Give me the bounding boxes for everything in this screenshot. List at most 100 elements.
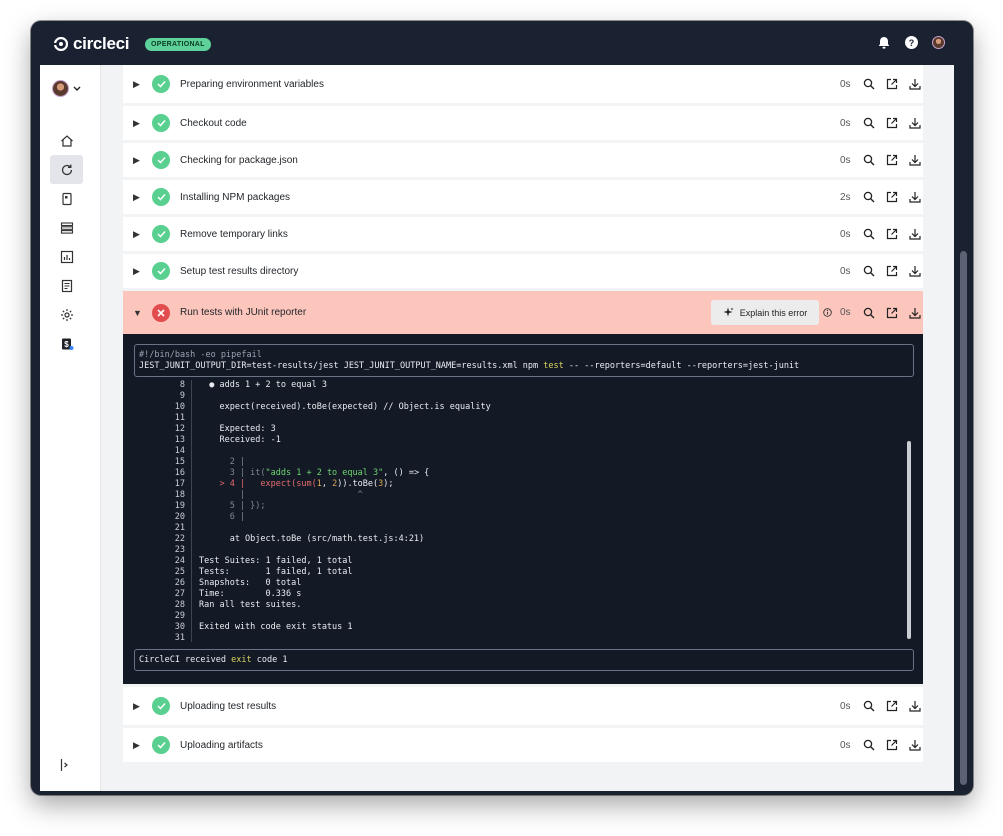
step-row[interactable]: ▶ Installing NPM packages 2s [123, 180, 923, 214]
search-icon[interactable] [862, 154, 875, 167]
step-duration: 0s [840, 700, 851, 712]
line-number: 13 [174, 435, 185, 445]
output-scrollbar[interactable] [907, 441, 911, 639]
sidebar-item-docs[interactable] [50, 271, 83, 300]
line-number: 17 [174, 479, 185, 489]
search-icon[interactable] [862, 78, 875, 91]
open-external-icon[interactable] [885, 191, 898, 204]
success-status-icon [152, 697, 170, 715]
help-icon[interactable]: ? [904, 35, 918, 49]
open-external-icon[interactable] [885, 739, 898, 752]
line-number: 10 [174, 402, 185, 412]
step-row[interactable]: ▶ Checkout code 0s [123, 106, 923, 140]
success-status-icon [152, 114, 170, 132]
line-number: 22 [174, 534, 185, 544]
code-frame-line: 3 | it("adds 1 + 2 to equal 3", () => { [199, 468, 430, 478]
step-row[interactable]: ▶ Uploading artifacts 0s [123, 728, 923, 762]
chevron-right-icon[interactable]: ▶ [133, 155, 140, 166]
download-icon[interactable] [908, 306, 921, 319]
step-row[interactable]: ▶ Preparing environment variables 0s [123, 65, 923, 103]
page-scrollbar[interactable] [955, 65, 973, 791]
code-frame-line: 5 | }); [199, 501, 266, 511]
bell-icon[interactable] [877, 35, 891, 49]
open-external-icon[interactable] [885, 117, 898, 130]
open-external-icon[interactable] [885, 154, 898, 167]
sidebar-item-projects[interactable] [50, 184, 83, 213]
step-duration: 0s [840, 307, 851, 318]
open-external-icon[interactable] [885, 228, 898, 241]
chevron-right-icon[interactable]: ▶ [133, 740, 140, 751]
line-number: 14 [174, 446, 185, 456]
step-duration: 0s [840, 117, 851, 129]
line-number: 12 [174, 424, 185, 434]
chevron-right-icon[interactable]: ▶ [133, 229, 140, 240]
collapse-icon [60, 759, 68, 771]
search-icon[interactable] [862, 265, 875, 278]
chevron-right-icon[interactable]: ▶ [133, 192, 140, 203]
line-number: 27 [174, 589, 185, 599]
log-line: expect(received).toBe(expected) // Objec… [199, 402, 491, 412]
search-icon[interactable] [862, 191, 875, 204]
search-icon[interactable] [862, 739, 875, 752]
status-badge[interactable]: OPERATIONAL [145, 38, 211, 51]
step-actions [862, 154, 921, 167]
search-icon[interactable] [862, 117, 875, 130]
collapse-sidebar-button[interactable] [60, 758, 70, 777]
download-icon[interactable] [908, 739, 921, 752]
step-row[interactable]: ▶ Remove temporary links 0s [123, 217, 923, 251]
download-icon[interactable] [908, 154, 921, 167]
line-number: 29 [174, 611, 185, 621]
chevron-right-icon[interactable]: ▶ [133, 701, 140, 712]
step-duration: 0s [840, 739, 851, 751]
circleci-logo-icon [54, 37, 68, 51]
info-icon[interactable] [823, 304, 832, 322]
org-selector[interactable] [52, 80, 81, 97]
open-external-icon[interactable] [885, 700, 898, 713]
sidebar-item-settings[interactable] [50, 300, 83, 329]
code-frame-line: 2 | [199, 457, 246, 467]
step-name: Installing NPM packages [180, 191, 291, 203]
step-row[interactable]: ▶ Checking for package.json 0s [123, 143, 923, 177]
logo-text: circleci [73, 34, 130, 53]
code-frame-line: 6 | [199, 512, 246, 522]
explain-error-button[interactable]: Explain this error [711, 300, 819, 325]
log-line: Exited with code exit status 1 [199, 622, 353, 632]
line-number: 21 [174, 523, 185, 533]
sidebar-item-plan[interactable]: $ [50, 329, 83, 358]
open-external-icon[interactable] [885, 306, 898, 319]
line-number: 25 [174, 567, 185, 577]
output-log: 8 ● adds 1 + 2 to equal 3 9 10 expect(rece… [143, 380, 914, 643]
step-actions [862, 191, 921, 204]
circleci-logo[interactable]: circleci [54, 34, 130, 54]
log-line: at Object.toBe (src/math.test.js:4:21) [199, 534, 425, 544]
download-icon[interactable] [908, 117, 921, 130]
sidebar-item-home[interactable] [50, 126, 83, 155]
sidebar-item-insights[interactable] [50, 242, 83, 271]
step-row-failed[interactable]: ▼ Run tests with JUnit reporter Explain … [123, 291, 923, 334]
open-external-icon[interactable] [885, 265, 898, 278]
line-number: 19 [174, 501, 185, 511]
chevron-right-icon[interactable]: ▶ [133, 79, 140, 90]
download-icon[interactable] [908, 700, 921, 713]
step-row[interactable]: ▶ Setup test results directory 0s [123, 254, 923, 288]
download-icon[interactable] [908, 78, 921, 91]
svg-text:$: $ [64, 340, 69, 349]
search-icon[interactable] [862, 228, 875, 241]
chevron-right-icon[interactable]: ▶ [133, 118, 140, 129]
log-line: Ran all test suites. [199, 600, 302, 610]
search-icon[interactable] [862, 306, 875, 319]
command-line: JEST_JUNIT_OUTPUT_DIR=test-results/jest … [139, 361, 800, 371]
sidebar-item-deploys[interactable] [50, 213, 83, 242]
page-scrollbar-thumb[interactable] [960, 251, 967, 785]
search-icon[interactable] [862, 700, 875, 713]
chevron-right-icon[interactable]: ▶ [133, 266, 140, 277]
user-avatar[interactable] [931, 35, 945, 49]
step-name: Uploading artifacts [180, 739, 263, 751]
open-external-icon[interactable] [885, 78, 898, 91]
sidebar-item-pipelines[interactable] [50, 155, 83, 184]
step-row[interactable]: ▶ Uploading test results 0s [123, 687, 923, 725]
chevron-down-icon[interactable]: ▼ [133, 308, 142, 318]
download-icon[interactable] [908, 228, 921, 241]
download-icon[interactable] [908, 191, 921, 204]
download-icon[interactable] [908, 265, 921, 278]
